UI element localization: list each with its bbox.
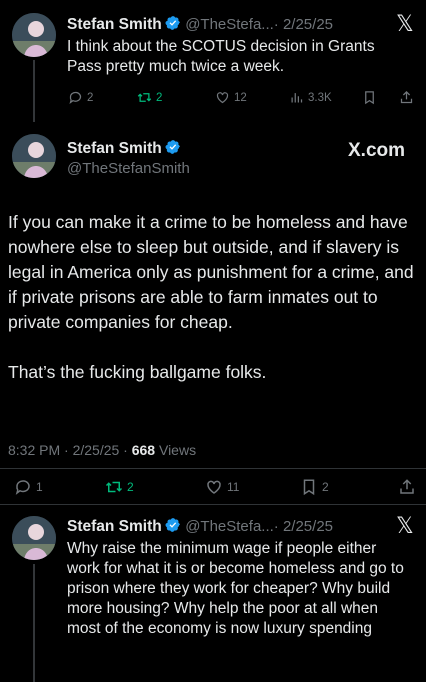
author-handle[interactable]: @TheStefanSmith bbox=[67, 160, 190, 177]
avatar-image bbox=[12, 516, 56, 560]
repost-icon bbox=[105, 481, 123, 493]
x-com-label: X.com bbox=[348, 140, 406, 161]
avatar-image bbox=[12, 134, 56, 178]
like-button[interactable]: 11 bbox=[205, 478, 239, 496]
bookmark-icon bbox=[365, 91, 374, 105]
repost-count: 2 bbox=[127, 480, 134, 494]
x-logo-icon: 𝕏 bbox=[396, 514, 414, 539]
x-logo-icon: 𝕏 bbox=[396, 12, 414, 37]
divider bbox=[0, 504, 426, 505]
tweet-body: If you can make it a crime to be homeles… bbox=[8, 210, 418, 385]
tweet-meta: 8:32 PM · 2/25/25 · 668 Views bbox=[8, 442, 196, 458]
like-count: 12 bbox=[234, 91, 247, 104]
like-count: 11 bbox=[227, 480, 240, 494]
tweet-paragraph: That’s the fucking ballgame folks. bbox=[8, 362, 267, 382]
author-name[interactable]: Stefan Smith bbox=[67, 140, 162, 157]
author-handle[interactable]: @TheStefa... bbox=[185, 16, 274, 33]
tweet-paragraph: If you can make it a crime to be homeles… bbox=[8, 212, 414, 332]
views-count: 3.3K bbox=[308, 91, 332, 104]
divider bbox=[0, 468, 426, 469]
avatar[interactable] bbox=[12, 516, 56, 560]
views-chart-icon bbox=[291, 93, 303, 103]
share-icon bbox=[400, 479, 414, 494]
author-name[interactable]: Stefan Smith bbox=[67, 16, 162, 33]
like-button[interactable]: 12 bbox=[215, 90, 247, 105]
repost-button[interactable]: 2 bbox=[105, 478, 134, 496]
share-icon bbox=[400, 90, 413, 104]
reply-count: 1 bbox=[36, 480, 43, 494]
reply-count: 2 bbox=[87, 91, 94, 104]
tweet-header: Stefan Smith bbox=[67, 139, 181, 158]
avatar[interactable] bbox=[12, 134, 56, 178]
author-name[interactable]: Stefan Smith bbox=[67, 518, 162, 535]
tweet-header: Stefan Smith @TheStefa...· 2/25/25 bbox=[67, 517, 333, 536]
reply-button[interactable]: 1 bbox=[14, 478, 43, 496]
author-handle[interactable]: @TheStefa... bbox=[185, 518, 274, 535]
views-button[interactable]: 3.3K bbox=[289, 90, 332, 105]
reply-button[interactable]: 2 bbox=[68, 90, 93, 105]
heart-icon bbox=[216, 92, 229, 104]
verified-badge-icon bbox=[165, 518, 180, 532]
thread-line bbox=[33, 60, 35, 122]
verified-badge-icon bbox=[165, 140, 180, 154]
share-button[interactable] bbox=[398, 478, 416, 496]
bookmark-button[interactable]: 2 bbox=[300, 478, 329, 496]
thread-line bbox=[33, 564, 35, 682]
bookmark-icon bbox=[303, 479, 315, 496]
tweet-date[interactable]: · 2/25/25 bbox=[274, 518, 333, 535]
tweet-timestamp[interactable]: 8:32 PM · 2/25/25 · bbox=[8, 442, 128, 458]
views-label: Views bbox=[158, 442, 197, 458]
repost-count: 2 bbox=[156, 91, 163, 104]
bookmark-button[interactable] bbox=[362, 90, 377, 105]
tweet-date[interactable]: · 2/25/25 bbox=[274, 16, 333, 33]
avatar-image bbox=[12, 13, 56, 57]
repost-icon bbox=[137, 93, 152, 102]
tweet-header: Stefan Smith @TheStefa...· 2/25/25 bbox=[67, 15, 333, 34]
reply-icon bbox=[69, 91, 82, 105]
verified-badge-icon bbox=[165, 16, 180, 30]
share-button[interactable] bbox=[399, 90, 414, 105]
bookmark-count: 2 bbox=[322, 480, 329, 494]
reply-icon bbox=[15, 480, 30, 495]
tweet-text: I think about the SCOTUS decision in Gra… bbox=[67, 38, 375, 75]
heart-icon bbox=[207, 480, 221, 494]
avatar[interactable] bbox=[12, 13, 56, 57]
views-count: 668 bbox=[131, 442, 156, 458]
tweet-text: Why raise the minimum wage if people eit… bbox=[67, 540, 404, 637]
repost-button[interactable]: 2 bbox=[137, 90, 162, 105]
